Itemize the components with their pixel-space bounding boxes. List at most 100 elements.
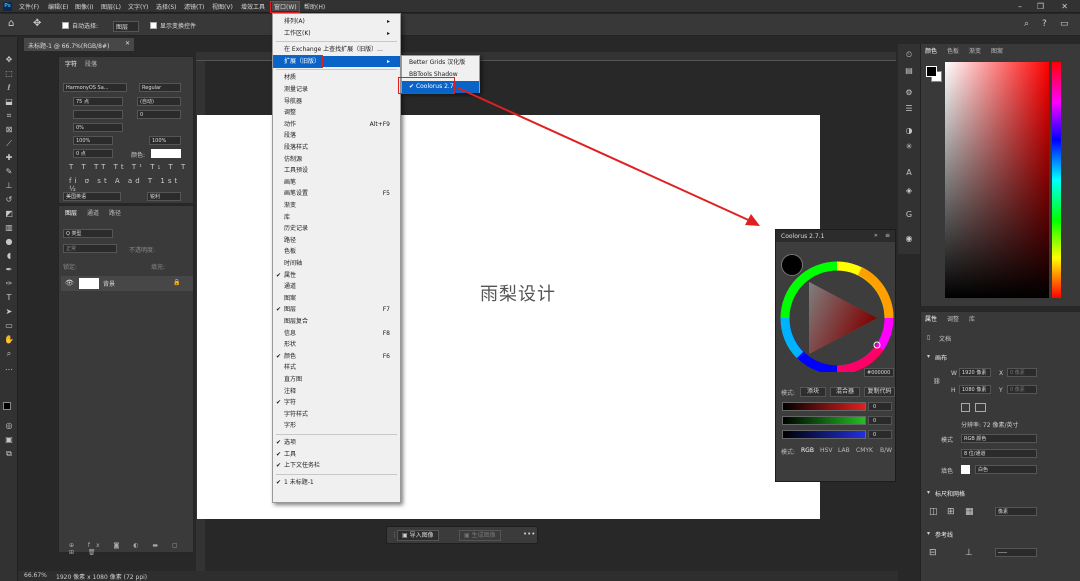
window-menu-item[interactable]: 直方图 — [273, 374, 400, 386]
pen-tool-2-icon[interactable]: ✑ — [4, 279, 14, 289]
history-brush-icon[interactable]: ↺ — [4, 195, 14, 205]
green-slider[interactable] — [782, 416, 866, 425]
window-menu-item[interactable]: 画笔设置 F5 — [273, 188, 400, 200]
dodge-tool-icon[interactable]: ◖ — [4, 251, 14, 261]
move-tool-icon[interactable]: ✥ — [33, 18, 41, 29]
window-menu-item[interactable]: 材质 — [273, 72, 400, 84]
foreground-swatch[interactable] — [926, 66, 937, 77]
lasso-tool-icon[interactable]: ℓ — [4, 83, 14, 93]
tab-lab[interactable]: LAB — [838, 447, 850, 454]
window-menu-item[interactable]: 排列(A) ▸ — [273, 16, 400, 28]
tab-paths[interactable]: 路径 — [109, 208, 121, 217]
tab-libraries[interactable]: 库 — [969, 314, 975, 323]
tab-patterns[interactable]: 图案 — [991, 46, 1003, 55]
layer-footer-icons[interactable]: ⊕ fx ◙ ◐ ▬ ▢ ⊞ 🗑 — [69, 542, 193, 556]
more-options-icon[interactable]: ••• — [523, 530, 535, 538]
menu-view[interactable]: 视图(V) — [212, 2, 233, 11]
window-menu-item[interactable]: 仿制源 — [273, 154, 400, 166]
pixel-grid-icon[interactable]: ▦ — [965, 507, 974, 517]
frame-tool-icon[interactable]: ⊠ — [4, 125, 14, 135]
window-menu-item[interactable]: 历史记录 — [273, 223, 400, 235]
menu-edit[interactable]: 编辑(E) — [48, 2, 68, 11]
tab-adjustments[interactable]: 调整 — [947, 314, 959, 323]
window-menu-item[interactable]: ✔ 图层 F7 — [273, 304, 400, 316]
window-menu-item[interactable]: ✔ 工具 — [273, 449, 400, 461]
tab-rgb[interactable]: RGB — [801, 447, 814, 454]
collapse-icon[interactable]: » — [874, 232, 878, 239]
channels-icon[interactable]: ◑ — [904, 126, 914, 136]
text-color-swatch[interactable] — [151, 149, 181, 158]
guide-style-select[interactable]: ─── — [995, 548, 1037, 557]
fill-select[interactable]: 白色 — [975, 465, 1037, 474]
window-menu-item[interactable]: 形状 — [273, 339, 400, 351]
kerning-field[interactable] — [73, 110, 123, 119]
window-menu-item[interactable]: ✔ 上下文任务栏 — [273, 460, 400, 472]
width-field[interactable]: 1920 像素 — [959, 368, 991, 377]
foreground-color-swatch[interactable] — [3, 402, 11, 410]
blend-mode-select[interactable]: 正常 — [63, 244, 117, 253]
height-field[interactable]: 1080 像素 — [959, 385, 991, 394]
guide-icon[interactable]: ⊟ — [929, 548, 937, 558]
window-menu-item[interactable]: ✔ 1 未标题-1 — [273, 477, 400, 489]
window-menu-item[interactable]: 注释 — [273, 386, 400, 398]
glyph-icon[interactable]: A — [904, 168, 914, 178]
show-transform-checkbox[interactable] — [150, 22, 157, 29]
window-menu-item[interactable]: 图案 — [273, 293, 400, 305]
eye-icon[interactable]: 👁 — [65, 279, 74, 287]
hex-field[interactable]: #000000 — [864, 368, 894, 377]
window-menu-item[interactable]: 样式 — [273, 362, 400, 374]
restore-icon[interactable]: ❐ — [1037, 2, 1044, 11]
chevron-down-icon[interactable]: ▾ — [927, 489, 930, 496]
tab-layers[interactable]: 图层 — [65, 208, 77, 217]
blue-slider[interactable] — [782, 430, 866, 439]
chevron-down-icon[interactable]: ▾ — [927, 530, 930, 537]
window-menu-item[interactable]: 画笔 — [273, 177, 400, 189]
stamp-tool-icon[interactable]: ⊥ — [4, 181, 14, 191]
close-icon[interactable]: ✕ — [1061, 2, 1068, 11]
color-wheel[interactable] — [780, 260, 894, 372]
window-menu-item[interactable]: 段落样式 — [273, 142, 400, 154]
anti-alias-select[interactable]: 锐利 — [147, 192, 181, 201]
window-menu-item[interactable]: 图层复合 — [273, 316, 400, 328]
brush-preset-icon[interactable]: ◈ — [904, 186, 914, 196]
language-select[interactable]: 美国英语 — [63, 192, 121, 201]
healing-brush-icon[interactable]: ✚ — [4, 153, 14, 163]
window-menu-item[interactable]: 工具预设 — [273, 165, 400, 177]
tab-character[interactable]: 字符 — [65, 59, 77, 68]
window-menu-item[interactable]: 调整 — [273, 107, 400, 119]
zoom-tool-icon[interactable]: ⌕ — [4, 349, 14, 359]
window-menu-item[interactable]: ✔ 选项 — [273, 437, 400, 449]
horizontal-scale-field[interactable]: 100% — [149, 136, 181, 145]
g-plugin-icon[interactable]: G — [904, 210, 914, 220]
link-icon[interactable]: ⛓ — [933, 378, 941, 385]
copy-code-button[interactable]: 复制代码 — [864, 387, 895, 397]
minimize-icon[interactable]: – — [1018, 2, 1022, 11]
search-icon[interactable]: ⌕ — [1024, 19, 1029, 29]
menu-filter[interactable]: 滤镜(T) — [184, 2, 204, 11]
menu-plugins[interactable]: 增效工具 — [241, 2, 265, 11]
mixer-button[interactable]: 混合器 — [830, 387, 860, 397]
red-value[interactable]: 0 — [868, 402, 892, 411]
window-menu-item[interactable]: 在 Exchange 上查找扩展（旧版）... — [273, 44, 400, 56]
red-slider[interactable] — [782, 402, 866, 411]
x-field[interactable]: 0 像素 — [1007, 368, 1037, 377]
hand-tool-icon[interactable]: ✋ — [4, 335, 14, 345]
chevron-down-icon[interactable]: ▾ — [927, 353, 930, 360]
tracking-field[interactable]: 0 — [137, 110, 181, 119]
window-menu-item[interactable]: ✔ 属性 — [273, 270, 400, 282]
eyedropper-icon[interactable]: ⟋ — [4, 139, 14, 149]
menu-type[interactable]: 文字(Y) — [128, 2, 148, 11]
tab-color[interactable]: 颜色 — [925, 46, 937, 55]
type-tool-icon[interactable]: T — [4, 293, 14, 303]
extension-menu-item[interactable]: Better Grids 汉化版 — [402, 57, 479, 69]
color-mode-select[interactable]: RGB 颜色 — [961, 434, 1037, 443]
vertical-scale-field[interactable]: 100% — [73, 136, 113, 145]
move-tool-icon[interactable]: ✥ — [4, 55, 14, 65]
grid-icon[interactable]: ⊞ — [947, 507, 955, 517]
gradient-tool-icon[interactable]: ▥ — [4, 223, 14, 233]
window-menu-item[interactable]: 动作 Alt+F9 — [273, 119, 400, 131]
window-menu-item[interactable]: 库 — [273, 212, 400, 224]
generate-image-button[interactable]: ▣ 生成图像 — [459, 530, 501, 541]
home-icon[interactable]: ⌂ — [8, 18, 14, 29]
properties-icon[interactable]: ☰ — [904, 104, 914, 114]
